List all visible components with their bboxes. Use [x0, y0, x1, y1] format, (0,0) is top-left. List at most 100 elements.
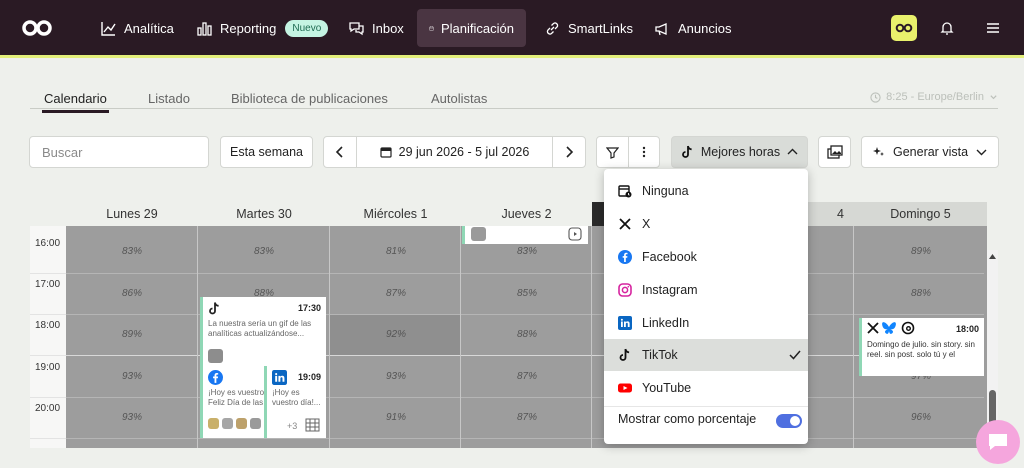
calendar-scrollbar[interactable]	[987, 250, 998, 448]
media-thumbnail	[236, 418, 247, 429]
linkedin-icon	[272, 370, 287, 385]
dropdown-item-facebook[interactable]: Facebook	[604, 241, 808, 273]
post-card-facebook[interactable]: ¡Hoy es vuestro Feliz Día de las	[200, 366, 264, 438]
post-preview-text: Domingo de julio. sin story. sin reel. s…	[867, 340, 975, 359]
day-header: Domingo 5	[854, 202, 987, 226]
more-vertical-icon	[642, 146, 646, 158]
post-time: 18:00	[955, 324, 979, 334]
best-hour-percentage: 87%	[516, 371, 537, 382]
day-header: Miércoles 1	[330, 202, 461, 226]
video-thumbnail-icon	[208, 349, 223, 363]
tab-calendario[interactable]: Calendario	[42, 91, 109, 113]
media-thumbnail	[250, 418, 261, 429]
images-icon	[826, 145, 843, 159]
post-card-tiktok[interactable]: 17:30 La nuestra sería un gif de las ana…	[200, 297, 326, 370]
nav-item-reporting[interactable]: Reporting Nuevo	[184, 9, 340, 47]
date-range-label: 29 jun 2026 - 5 jul 2026	[398, 145, 530, 159]
nav-label: Analítica	[124, 20, 174, 36]
nav-label: Anuncios	[678, 20, 732, 36]
nav-item-smartlinks[interactable]: SmartLinks	[532, 9, 645, 47]
generate-view-button[interactable]: Generar vista	[861, 136, 999, 168]
this-week-label: Esta semana	[230, 145, 303, 159]
generate-view-label: Generar vista	[892, 145, 969, 159]
dropdown-item-x[interactable]: X	[604, 208, 808, 240]
percentage-toggle-label: Mostrar como porcentaje	[618, 412, 757, 426]
tiktok-icon	[682, 145, 692, 158]
top-navigation: Analítica Reporting Nuevo Inbox Planific…	[0, 0, 1024, 58]
nav-label: SmartLinks	[568, 20, 634, 36]
date-range-button[interactable]: 29 jun 2026 - 5 jul 2026	[356, 137, 553, 167]
hamburger-menu-icon[interactable]	[985, 20, 1001, 36]
nav-label: Reporting	[220, 20, 277, 36]
this-week-button[interactable]: Esta semana	[220, 136, 313, 168]
account-avatar[interactable]	[891, 15, 917, 41]
filter-icon	[606, 146, 619, 159]
best-hours-dropdown: Ninguna X Facebook Instagram LinkedIn Ti…	[604, 169, 808, 444]
more-options-button[interactable]	[629, 137, 659, 167]
best-hour-percentage: 93%	[121, 412, 142, 423]
brand-avatar-icon	[895, 23, 913, 33]
post-card-multi[interactable]: 18:00 Domingo de julio. sin story. sin r…	[859, 318, 984, 376]
dropdown-item-linkedin[interactable]: LinkedIn	[604, 307, 808, 339]
best-hour-percentage: 92%	[385, 329, 406, 340]
nav-item-planificacion[interactable]: Planificación	[417, 9, 526, 47]
scroll-up-icon[interactable]	[989, 253, 996, 259]
best-hour-percentage: 88%	[910, 288, 931, 299]
timezone-label: 8:25 - Europe/Berlin	[886, 91, 984, 103]
checkmark-icon	[789, 350, 801, 360]
dropdown-item-youtube[interactable]: YouTube	[604, 372, 808, 404]
nav-item-analitica[interactable]: Analítica	[88, 9, 186, 47]
threads-icon	[901, 321, 915, 335]
best-hour-percentage: 83%	[516, 246, 537, 257]
post-time: 17:30	[297, 303, 321, 313]
media-thumbnail	[222, 418, 233, 429]
best-hours-button[interactable]: Mejores horas	[671, 136, 808, 168]
post-card-linkedin[interactable]: 19:09 ¡Hoy es vuestro día!... +3	[264, 366, 326, 438]
dropdown-item-label: Facebook	[642, 250, 697, 264]
grid-icon[interactable]	[305, 418, 320, 432]
nav-item-inbox[interactable]: Inbox	[336, 9, 416, 47]
media-thumbnail	[208, 418, 219, 429]
filter-group	[596, 136, 660, 168]
dropdown-item-tiktok[interactable]: TikTok	[604, 339, 808, 371]
best-hour-percentage: 96%	[910, 412, 931, 423]
reel-icon	[568, 227, 582, 241]
best-hour-percentage: 89%	[121, 329, 142, 340]
best-hour-percentage: 85%	[516, 288, 537, 299]
best-hour-percentage: 86%	[121, 288, 142, 299]
day-header-today	[592, 202, 604, 226]
filter-button[interactable]	[597, 137, 629, 167]
chevron-right-icon	[566, 146, 574, 158]
best-hour-percentage: 93%	[121, 371, 142, 382]
dropdown-item-instagram[interactable]: Instagram	[604, 274, 808, 306]
dropdown-item-label: YouTube	[642, 381, 692, 395]
support-chat-button[interactable]	[976, 420, 1020, 464]
tiktok-icon	[209, 302, 219, 315]
bell-icon[interactable]	[939, 20, 955, 36]
nav-item-anuncios[interactable]: Anuncios	[642, 9, 743, 47]
chevron-down-icon	[990, 94, 997, 99]
calendar-grid: 16:00 17:00 18:00 19:00 20:00 83% 86% 89…	[30, 226, 998, 448]
search-input[interactable]	[42, 144, 202, 160]
post-card[interactable]	[462, 226, 588, 244]
bar-chart-icon	[197, 21, 212, 36]
megaphone-icon	[655, 22, 667, 35]
more-posts-count[interactable]: +3	[287, 421, 297, 431]
hour-label: 18:00	[35, 320, 61, 331]
timezone-selector[interactable]: 8:25 - Europe/Berlin	[870, 91, 998, 103]
search-box[interactable]	[29, 136, 209, 168]
x-icon	[867, 322, 879, 334]
hour-label: 19:00	[35, 362, 61, 373]
day-header: Jueves 2	[461, 202, 592, 226]
metricool-logo-icon[interactable]	[22, 19, 52, 37]
media-library-button[interactable]	[818, 136, 851, 168]
previous-week-button[interactable]	[324, 137, 356, 167]
percentage-toggle[interactable]	[776, 414, 802, 428]
tab-biblioteca[interactable]: Biblioteca de publicaciones	[231, 91, 388, 106]
tab-listado[interactable]: Listado	[148, 91, 190, 106]
dropdown-item-ninguna[interactable]: Ninguna	[604, 175, 808, 207]
hour-label: 16:00	[35, 238, 61, 249]
calendar-clock-icon	[618, 185, 632, 198]
next-week-button[interactable]	[553, 137, 585, 167]
tab-autolistas[interactable]: Autolistas	[431, 91, 487, 106]
